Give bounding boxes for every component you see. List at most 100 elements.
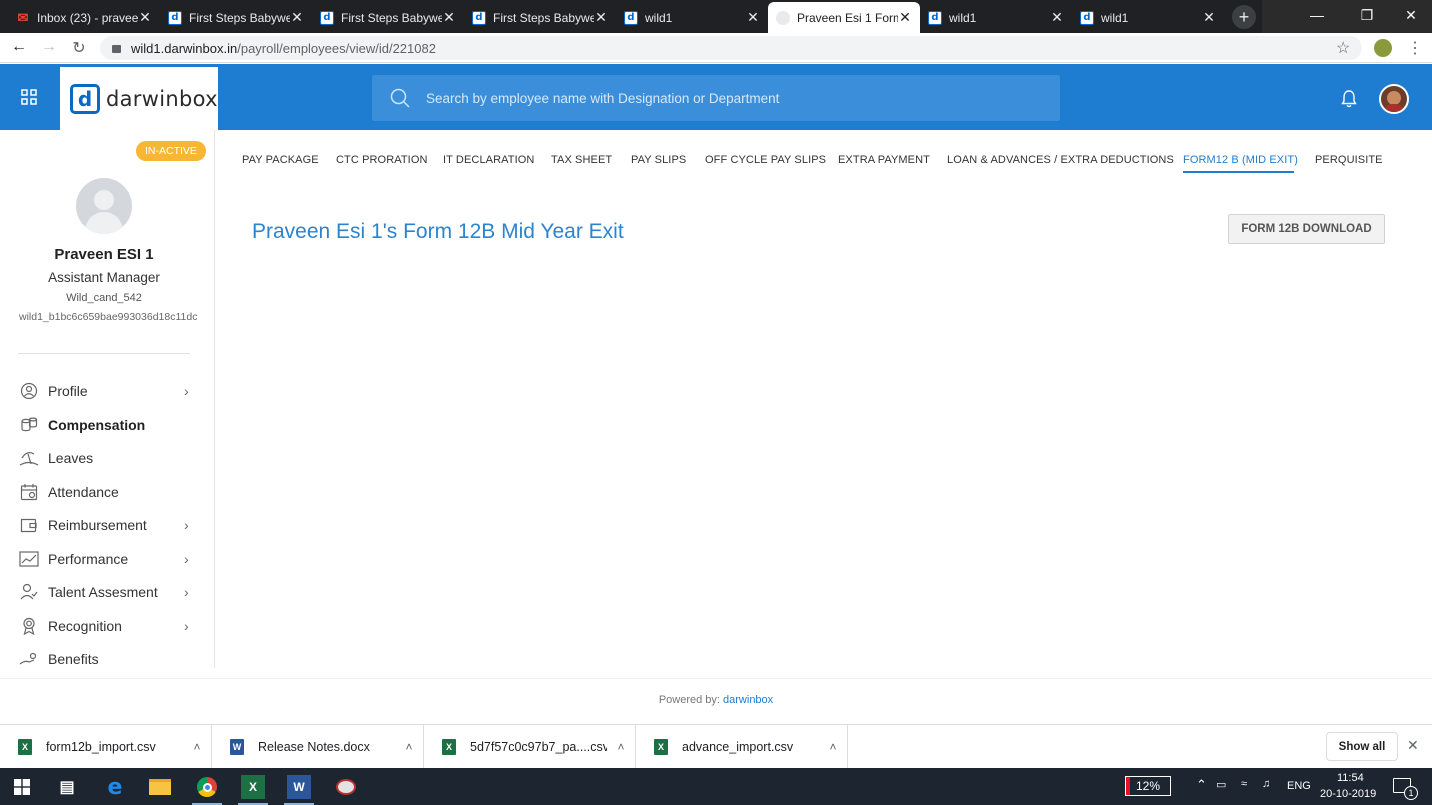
sidebar-item-profile[interactable]: Profile › <box>18 379 198 403</box>
profile-avatar-icon[interactable] <box>1374 39 1392 57</box>
powered-by-brand-link[interactable]: darwinbox <box>723 694 773 706</box>
tray-device-icon[interactable]: ▭ <box>1216 778 1226 791</box>
battery-indicator[interactable]: 12% <box>1125 776 1171 796</box>
sidebar-item-leaves[interactable]: Leaves <box>18 446 198 470</box>
chrome-menu-icon[interactable]: ⋮ <box>1407 38 1423 58</box>
sidebar-item-performance[interactable]: Performance › <box>18 547 198 571</box>
tab-close-icon[interactable]: ✕ <box>1202 9 1216 26</box>
sidebar-item-recognition[interactable]: Recognition › <box>18 614 198 638</box>
tab-close-icon[interactable]: ✕ <box>442 9 456 26</box>
tab-close-icon[interactable]: ✕ <box>290 9 304 26</box>
excel-icon[interactable]: X <box>241 775 265 799</box>
employee-id: wild1_b1bc6c659bae993036d18c11dc <box>19 311 198 323</box>
reload-icon[interactable]: ↻ <box>68 38 90 58</box>
browser-tab[interactable]: d First Steps Babywe ✕ <box>312 2 464 33</box>
forward-icon[interactable]: → <box>38 38 60 56</box>
language-indicator[interactable]: ENG <box>1287 780 1311 792</box>
download-item[interactable]: Xform12b_import.csv ˄ <box>0 725 212 769</box>
windows-taskbar: ▤ e X W ⌃ ▭ ≈ ♫ ENG 11:54 20-10-2019 1 <box>0 768 1432 805</box>
download-filename: advance_import.csv <box>682 740 794 754</box>
employee-designation: Assistant Manager <box>48 270 160 285</box>
browser-tab[interactable]: d First Steps Babywe ✕ <box>160 2 312 33</box>
tab-close-icon[interactable]: ✕ <box>594 9 608 26</box>
task-view-icon[interactable]: ▤ <box>55 775 79 799</box>
tab-off-cycle-pay-slips[interactable]: OFF CYCLE PAY SLIPS <box>705 154 826 166</box>
bookmark-star-icon[interactable]: ☆ <box>1336 38 1350 58</box>
windows-start-icon[interactable] <box>10 775 34 799</box>
tab-ctc-proration[interactable]: CTC PRORATION <box>336 154 428 166</box>
url-field[interactable]: wild1.darwinbox.in/payroll/employees/vie… <box>100 36 1362 60</box>
browser-tab[interactable]: d wild1 ✕ <box>616 2 768 33</box>
tab-extra-payment[interactable]: EXTRA PAYMENT <box>838 154 930 166</box>
active-tab-indicator <box>1183 171 1294 173</box>
tab-pay-slips[interactable]: PAY SLIPS <box>631 154 686 166</box>
tab-tax-sheet[interactable]: TAX SHEET <box>551 154 612 166</box>
browser-tab[interactable]: Praveen Esi 1 Form ✕ <box>768 2 920 33</box>
tab-close-icon[interactable]: ✕ <box>1050 9 1064 26</box>
edge-browser-icon[interactable]: e <box>103 775 127 800</box>
app-grid-icon[interactable] <box>21 89 37 105</box>
chevron-up-icon[interactable]: ˄ <box>395 740 423 754</box>
browser-tab[interactable]: d First Steps Babywe ✕ <box>464 2 616 33</box>
tab-it-declaration[interactable]: IT DECLARATION <box>443 154 534 166</box>
download-filename: Release Notes.docx <box>258 740 370 754</box>
back-icon[interactable]: ← <box>8 38 30 56</box>
download-item[interactable]: W Release Notes.docx ˄ <box>212 725 424 769</box>
tab-close-icon[interactable]: ✕ <box>746 9 760 26</box>
sidebar-item-attendance[interactable]: Attendance <box>18 480 198 504</box>
powered-by-footer: Powered by: darwinbox <box>0 694 1432 706</box>
clock-date[interactable]: 20-10-2019 <box>1320 788 1376 800</box>
url-host: wild1.darwinbox.in <box>131 40 238 56</box>
notification-bell-icon[interactable] <box>1341 90 1357 108</box>
sidebar-item-label: Performance <box>48 551 129 567</box>
sidebar-item-talent-assesment[interactable]: Talent Assesment › <box>18 580 198 604</box>
powered-by-label: Powered by: <box>658 694 720 706</box>
excel-file-icon: X <box>442 739 456 755</box>
user-avatar[interactable] <box>1379 84 1409 114</box>
tab-close-icon[interactable]: ✕ <box>898 9 912 26</box>
excel-file-icon: X <box>654 739 668 755</box>
volume-icon[interactable]: ♫ <box>1262 778 1270 790</box>
app-header: d darwinbox Search by employee name with… <box>0 64 1432 130</box>
sidebar-item-benefits[interactable]: Benefits <box>18 647 198 668</box>
tab-perquisite[interactable]: PERQUISITE <box>1315 154 1383 166</box>
file-explorer-icon[interactable] <box>148 775 172 799</box>
minimize-button[interactable]: — <box>1294 0 1340 30</box>
tab-title: First Steps Babywe <box>189 10 290 25</box>
tab-close-icon[interactable]: ✕ <box>138 9 152 26</box>
employee-avatar <box>76 178 132 234</box>
word-icon[interactable]: W <box>287 775 311 799</box>
darwinbox-favicon-icon: d <box>472 10 486 25</box>
chevron-up-icon[interactable]: ˄ <box>819 740 847 754</box>
close-window-button[interactable]: ✕ <box>1388 0 1432 30</box>
sidebar-item-reimbursement[interactable]: Reimbursement › <box>18 513 198 537</box>
sidebar-item-compensation[interactable]: Compensation <box>18 413 198 437</box>
download-item[interactable]: Xadvance_import.csv ˄ <box>636 725 848 769</box>
darwinbox-favicon-icon: d <box>1080 10 1094 25</box>
browser-tab[interactable]: d wild1 ✕ <box>920 2 1072 33</box>
tab-pay-package[interactable]: PAY PACKAGE <box>242 154 319 166</box>
close-downloads-icon[interactable]: ✕ <box>1407 737 1419 754</box>
browser-tab[interactable]: ✉ Inbox (23) - praveen ✕ <box>8 2 160 33</box>
restore-button[interactable]: ❐ <box>1344 0 1390 30</box>
chevron-up-icon[interactable]: ˄ <box>183 740 211 754</box>
form12b-download-button[interactable]: FORM 12B DOWNLOAD <box>1228 214 1385 244</box>
chevron-up-icon[interactable]: ˄ <box>607 740 635 754</box>
sidebar-item-label: Reimbursement <box>48 517 147 533</box>
new-tab-button[interactable]: + <box>1232 5 1256 29</box>
show-all-downloads-button[interactable]: Show all <box>1326 732 1398 761</box>
wifi-icon[interactable]: ≈ <box>1241 778 1247 790</box>
wallet-icon <box>18 516 40 534</box>
darwinbox-logo[interactable]: d darwinbox <box>60 67 218 130</box>
tab-loan-advances-extra-deductions[interactable]: LOAN & ADVANCES / EXTRA DEDUCTIONS <box>947 154 1174 166</box>
paint-icon[interactable] <box>334 775 358 799</box>
chevron-right-icon: › <box>184 517 189 533</box>
browser-tab[interactable]: d wild1 ✕ <box>1072 2 1224 33</box>
chrome-icon[interactable] <box>195 775 219 799</box>
tray-chevron-icon[interactable]: ⌃ <box>1196 777 1207 793</box>
sidebar-item-label: Talent Assesment <box>48 584 158 600</box>
employee-search-input[interactable]: Search by employee name with Designation… <box>372 75 1060 121</box>
download-item[interactable]: X 5d7f57c0c97b7_pa....csv ˄ <box>424 725 636 769</box>
tab-form12-b-mid-exit[interactable]: FORM12 B (MID EXIT) <box>1183 154 1298 166</box>
clock-time[interactable]: 11:54 <box>1337 772 1364 784</box>
